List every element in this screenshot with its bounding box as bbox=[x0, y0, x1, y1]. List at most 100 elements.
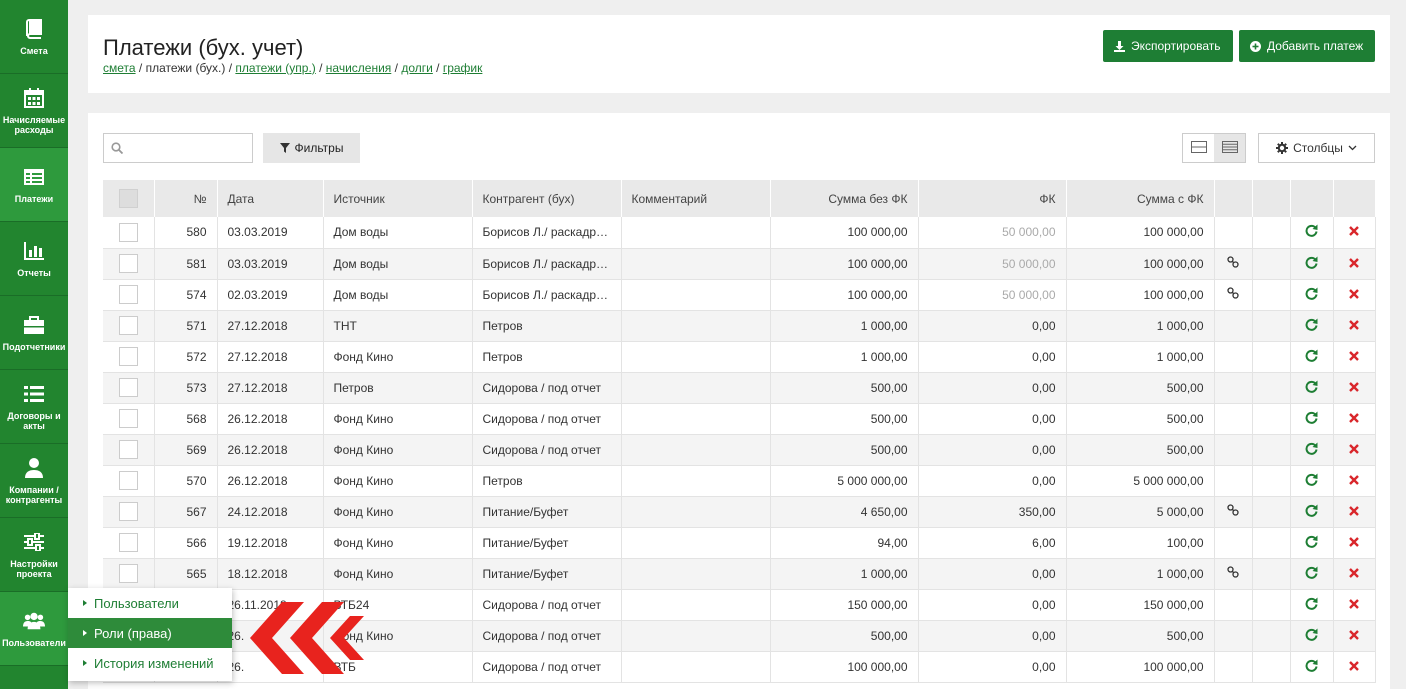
delete-icon[interactable] bbox=[1349, 505, 1359, 519]
filters-button[interactable]: Фильтры bbox=[263, 133, 360, 163]
cell-date: 26.12.2018 bbox=[217, 465, 324, 497]
cell-date: 26.12.2018 bbox=[217, 403, 324, 435]
export-button[interactable]: Экспортировать bbox=[1103, 30, 1233, 62]
delete-icon[interactable] bbox=[1349, 288, 1359, 302]
cell-comment bbox=[621, 527, 771, 559]
columns-button[interactable]: Столбцы bbox=[1258, 133, 1375, 163]
row-checkbox[interactable] bbox=[118, 440, 138, 459]
sidebar-item-users[interactable]: Пользователи bbox=[0, 592, 68, 666]
delete-icon[interactable] bbox=[1349, 257, 1359, 271]
table-row[interactable]: 580 03.03.2019 Дом воды Борисов Л./ раскадр… bbox=[103, 217, 1376, 249]
cell-sum-fk: 100 000,00 bbox=[1066, 651, 1215, 683]
row-checkbox[interactable] bbox=[118, 533, 138, 552]
refresh-icon[interactable] bbox=[1305, 659, 1318, 675]
row-checkbox[interactable] bbox=[118, 502, 138, 521]
breadcrumb-link-debts[interactable]: долги bbox=[401, 61, 433, 75]
delete-icon[interactable] bbox=[1349, 567, 1359, 581]
col-header-contractor[interactable]: Контрагент (бух) bbox=[472, 180, 622, 217]
table-row[interactable]: 574 02.03.2019 Дом воды Борисов Л./ раскадр… bbox=[103, 279, 1376, 311]
table-row[interactable]: 570 26.12.2018 Фонд Кино Петров 5 000 000,00… bbox=[103, 465, 1376, 497]
sidebar-item-project-settings[interactable]: Настройки проекта bbox=[0, 518, 68, 592]
col-header-fk[interactable]: ФК bbox=[918, 180, 1067, 217]
delete-icon[interactable] bbox=[1349, 225, 1359, 239]
add-payment-button[interactable]: Добавить платеж bbox=[1239, 30, 1375, 62]
submenu-item-roles[interactable]: Роли (права) bbox=[68, 618, 232, 648]
delete-icon[interactable] bbox=[1349, 350, 1359, 364]
submenu-item-history[interactable]: История изменений bbox=[68, 648, 232, 678]
link-icon[interactable] bbox=[1227, 504, 1239, 519]
breadcrumb-link-payments-mgmt[interactable]: платежи (упр.) bbox=[235, 61, 315, 75]
table-row[interactable]: 565 18.12.2018 Фонд Кино Питание/Буфет 1 000… bbox=[103, 558, 1376, 590]
table-row[interactable]: 566 19.12.2018 Фонд Кино Питание/Буфет 94,00… bbox=[103, 527, 1376, 559]
refresh-icon[interactable] bbox=[1305, 473, 1318, 489]
col-header-source[interactable]: Источник bbox=[323, 180, 473, 217]
refresh-icon[interactable] bbox=[1305, 442, 1318, 458]
link-icon[interactable] bbox=[1227, 287, 1239, 302]
delete-icon[interactable] bbox=[1349, 536, 1359, 550]
row-checkbox[interactable] bbox=[118, 222, 138, 242]
refresh-icon[interactable] bbox=[1305, 287, 1318, 303]
col-header-comment[interactable]: Комментарий bbox=[621, 180, 771, 217]
refresh-icon[interactable] bbox=[1305, 349, 1318, 365]
view-compact-button[interactable] bbox=[1183, 134, 1214, 162]
delete-icon[interactable] bbox=[1349, 443, 1359, 457]
refresh-icon[interactable] bbox=[1305, 628, 1318, 644]
table-row[interactable]: 568 26.12.2018 Фонд Кино Сидорова / под отч… bbox=[103, 403, 1376, 435]
row-checkbox[interactable] bbox=[118, 347, 138, 366]
cell-sum-fk: 150 000,00 bbox=[1066, 589, 1215, 621]
row-checkbox[interactable] bbox=[118, 378, 138, 397]
search-input[interactable] bbox=[126, 134, 250, 162]
col-header-number[interactable]: № bbox=[154, 180, 218, 217]
table-row[interactable]: 572 27.12.2018 Фонд Кино Петров 1 000,00 0,00… bbox=[103, 341, 1376, 373]
table-row[interactable]: 571 27.12.2018 ТНТ Петров 1 000,00 0,00 1 000,… bbox=[103, 310, 1376, 342]
col-header-sum-fk[interactable]: Сумма с ФК bbox=[1066, 180, 1215, 217]
refresh-icon[interactable] bbox=[1305, 224, 1318, 240]
view-detailed-button[interactable] bbox=[1214, 134, 1245, 162]
cell-blank bbox=[1252, 527, 1291, 559]
cell-contractor: Питание/Буфет bbox=[472, 527, 622, 559]
select-all-checkbox[interactable] bbox=[118, 189, 138, 208]
delete-icon[interactable] bbox=[1349, 660, 1359, 674]
sidebar-item-reports[interactable]: Отчеты bbox=[0, 222, 68, 296]
delete-icon[interactable] bbox=[1349, 319, 1359, 333]
breadcrumb-link-smeta[interactable]: смета bbox=[103, 61, 136, 75]
sidebar-item-payments[interactable]: Платежи bbox=[0, 148, 68, 222]
submenu-item-users[interactable]: Пользователи bbox=[68, 588, 232, 618]
refresh-icon[interactable] bbox=[1305, 566, 1318, 582]
delete-icon[interactable] bbox=[1349, 381, 1359, 395]
refresh-icon[interactable] bbox=[1305, 256, 1318, 272]
refresh-icon[interactable] bbox=[1305, 380, 1318, 396]
refresh-icon[interactable] bbox=[1305, 535, 1318, 551]
col-header-sum-no-fk[interactable]: Сумма без ФК bbox=[770, 180, 919, 217]
sidebar-item-companies[interactable]: Компании / контрагенты bbox=[0, 444, 68, 518]
refresh-icon[interactable] bbox=[1305, 597, 1318, 613]
sidebar-item-smeta[interactable]: Смета bbox=[0, 0, 68, 74]
link-icon[interactable] bbox=[1227, 566, 1239, 581]
breadcrumb-link-accruals[interactable]: начисления bbox=[326, 61, 392, 75]
delete-icon[interactable] bbox=[1349, 629, 1359, 643]
row-checkbox[interactable] bbox=[118, 316, 138, 335]
refresh-icon[interactable] bbox=[1305, 411, 1318, 427]
delete-icon[interactable] bbox=[1349, 598, 1359, 612]
sidebar-item-accountables[interactable]: Подотчетники bbox=[0, 296, 68, 370]
row-checkbox[interactable] bbox=[118, 254, 138, 273]
delete-icon[interactable] bbox=[1349, 474, 1359, 488]
table-row[interactable]: 569 26.12.2018 Фонд Кино Сидорова / под отч… bbox=[103, 434, 1376, 466]
cell-contractor: Петров bbox=[472, 341, 622, 373]
delete-icon[interactable] bbox=[1349, 412, 1359, 426]
refresh-icon[interactable] bbox=[1305, 318, 1318, 334]
table-row[interactable]: 573 27.12.2018 Петров Сидорова / под отчет 5… bbox=[103, 372, 1376, 404]
sidebar-item-contracts[interactable]: Договоры и акты bbox=[0, 370, 68, 444]
refresh-icon[interactable] bbox=[1305, 504, 1318, 520]
link-icon[interactable] bbox=[1227, 256, 1239, 271]
row-checkbox[interactable] bbox=[118, 471, 138, 490]
table-row[interactable]: 581 03.03.2019 Дом воды Борисов Л./ раскадр… bbox=[103, 248, 1376, 280]
col-header-date[interactable]: Дата bbox=[217, 180, 324, 217]
row-checkbox[interactable] bbox=[118, 285, 138, 304]
sidebar-item-accrued-expenses[interactable]: Начисляемые расходы bbox=[0, 74, 68, 148]
cell-date: 27.12.2018 bbox=[217, 341, 324, 373]
row-checkbox[interactable] bbox=[118, 409, 138, 428]
row-checkbox[interactable] bbox=[118, 564, 138, 583]
table-row[interactable]: 567 24.12.2018 Фонд Кино Питание/Буфет 4 650… bbox=[103, 496, 1376, 528]
breadcrumb-link-schedule[interactable]: график bbox=[443, 61, 483, 75]
